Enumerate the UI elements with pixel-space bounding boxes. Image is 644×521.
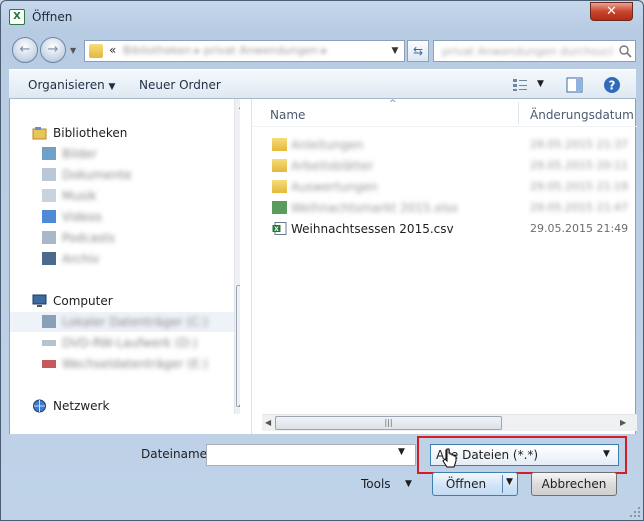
column-name[interactable]: Name <box>270 108 305 122</box>
new-folder-button[interactable]: Neuer Ordner <box>139 78 221 92</box>
command-toolbar: Organisieren ▼ Neuer Ordner ▼ ? <box>9 69 636 99</box>
horizontal-scrollbar[interactable]: ◀ ||| ▶ <box>262 414 637 431</box>
nav-drive-d[interactable]: DVD-RW-Laufwerk (D:) <box>10 333 240 353</box>
history-dropdown-icon[interactable]: ▼ <box>70 46 76 55</box>
address-overflow-icon[interactable]: « <box>109 43 116 57</box>
nav-library-music[interactable]: Musik <box>10 186 240 206</box>
resize-grip-icon[interactable] <box>629 506 641 518</box>
chevron-down-icon: ▼ <box>603 449 610 459</box>
folder-icon <box>272 159 287 172</box>
file-row[interactable]: Auswertungen 29.05.2015 21:19 <box>252 176 637 197</box>
open-options-dropdown-icon[interactable]: ▼ <box>506 477 513 487</box>
pictures-icon <box>42 147 56 160</box>
address-bar[interactable]: « Bibliotheken ▸ privat Anwendungen ▸ ▼ <box>84 40 405 62</box>
column-modified-date[interactable]: Änderungsdatum <box>530 108 634 122</box>
documents-icon <box>42 168 56 181</box>
file-row[interactable]: Arbeitsblätter 29.05.2015 20:11 <box>252 155 637 176</box>
folder-icon <box>272 138 287 151</box>
scroll-thumb[interactable]: ||| <box>275 416 502 430</box>
nav-library-extra[interactable]: Podcasts <box>10 228 240 248</box>
navigation-bar: ← → ▼ « Bibliotheken ▸ privat Anwendunge… <box>9 36 636 66</box>
view-list-icon[interactable] <box>512 78 528 92</box>
content-area: Bibliotheken Bilder Dokumente Musik Vide… <box>9 99 637 434</box>
videos-icon <box>42 210 56 223</box>
file-row[interactable]: X Weihnachtsessen 2015.csv 29.05.2015 21… <box>252 218 637 239</box>
chevron-down-icon[interactable]: ▼ <box>398 447 405 457</box>
nav-scrollbar[interactable]: ▲ ≡ ▼ <box>234 99 240 414</box>
window-title: Öffnen <box>32 10 73 24</box>
organize-label: Organisieren <box>28 78 105 92</box>
excel-file-icon <box>272 201 287 214</box>
scroll-left-icon[interactable]: ◀ <box>265 418 271 427</box>
csv-file-icon: X <box>272 222 287 235</box>
dialog-footer: Dateiname: ▼ Alle Dateien (*.*) ▼ Tools … <box>1 434 643 520</box>
nav-drive-c[interactable]: Lokaler Datenträger (C:) <box>10 312 240 332</box>
search-input[interactable]: privat Anwendungen durchsuchen <box>433 40 636 62</box>
chevron-down-icon[interactable]: ▼ <box>405 479 412 489</box>
nav-library-extra-2[interactable]: Archiv <box>10 249 240 269</box>
library-icon <box>32 127 47 140</box>
tools-button[interactable]: Tools <box>361 477 391 491</box>
svg-text:?: ? <box>609 79 616 93</box>
nav-library-documents[interactable]: Dokumente <box>10 165 240 185</box>
scroll-down-icon[interactable]: ▼ <box>239 403 240 412</box>
view-dropdown-icon[interactable]: ▼ <box>537 79 544 89</box>
column-headers: ^ Name Änderungsdatum <box>252 99 637 127</box>
network-icon <box>33 399 46 413</box>
filename-field[interactable]: ▼ <box>206 444 416 466</box>
organize-button[interactable]: Organisieren ▼ <box>28 78 115 92</box>
scroll-thumb[interactable]: ≡ <box>236 285 240 407</box>
forward-button[interactable]: → <box>40 37 66 63</box>
cancel-button[interactable]: Abbrechen <box>531 472 617 496</box>
split-divider <box>502 475 503 493</box>
file-list: ^ Name Änderungsdatum Anleitungen 29.05.2… <box>252 99 637 434</box>
library-item-icon <box>42 231 56 244</box>
drive-icon <box>42 360 56 368</box>
nav-computer[interactable]: Computer <box>10 291 240 311</box>
search-icon <box>619 45 632 58</box>
nav-library-videos[interactable]: Videos <box>10 207 240 227</box>
computer-icon <box>32 294 47 307</box>
file-type-filter-select[interactable]: Alle Dateien (*.*) ▼ <box>430 444 619 466</box>
music-icon <box>42 189 56 202</box>
preview-pane-icon[interactable] <box>566 77 583 93</box>
mouse-cursor-icon <box>442 448 457 468</box>
navigation-pane: Bibliotheken Bilder Dokumente Musik Vide… <box>10 99 240 434</box>
nav-drive-e[interactable]: Wechseldatenträger (E:) <box>10 354 240 374</box>
open-label: Öffnen <box>445 477 487 491</box>
close-button[interactable]: ✕ <box>590 2 633 21</box>
drive-icon <box>42 340 56 346</box>
scroll-right-icon[interactable]: ▶ <box>620 418 626 427</box>
open-button[interactable]: Öffnen ▼ <box>432 472 518 496</box>
search-placeholder: privat Anwendungen durchsuchen <box>442 45 612 57</box>
library-item-icon <box>42 252 56 265</box>
file-row[interactable]: Anleitungen 29.05.2015 21:37 <box>252 134 637 155</box>
chevron-down-icon[interactable]: ▼ <box>387 42 403 60</box>
drive-icon <box>42 315 56 328</box>
svg-text:X: X <box>274 226 279 233</box>
nav-library-pictures[interactable]: Bilder <box>10 144 240 164</box>
scroll-up-icon[interactable]: ▲ <box>239 101 240 110</box>
refresh-button[interactable]: ⇆ <box>407 40 429 62</box>
title-bar[interactable]: X Öffnen ✕ <box>1 1 643 31</box>
nav-network[interactable]: Netzwerk <box>10 396 240 416</box>
excel-icon: X <box>9 9 25 25</box>
folder-icon <box>89 44 103 58</box>
back-button[interactable]: ← <box>12 37 38 63</box>
column-divider[interactable] <box>518 102 519 124</box>
filename-label: Dateiname: <box>141 447 212 461</box>
file-row[interactable]: Weihnachtsmarkt 2015.xlsx 29.05.2015 21:4… <box>252 197 637 218</box>
help-icon[interactable]: ? <box>603 76 621 94</box>
chevron-down-icon: ▼ <box>108 82 116 92</box>
address-path[interactable]: Bibliotheken ▸ privat Anwendungen ▸ <box>123 44 373 57</box>
sort-ascending-icon: ^ <box>389 99 397 109</box>
nav-libraries[interactable]: Bibliotheken <box>10 123 240 143</box>
folder-icon <box>272 180 287 193</box>
open-dialog: X Öffnen ✕ ← → ▼ « Bibliotheken ▸ privat… <box>0 0 644 521</box>
